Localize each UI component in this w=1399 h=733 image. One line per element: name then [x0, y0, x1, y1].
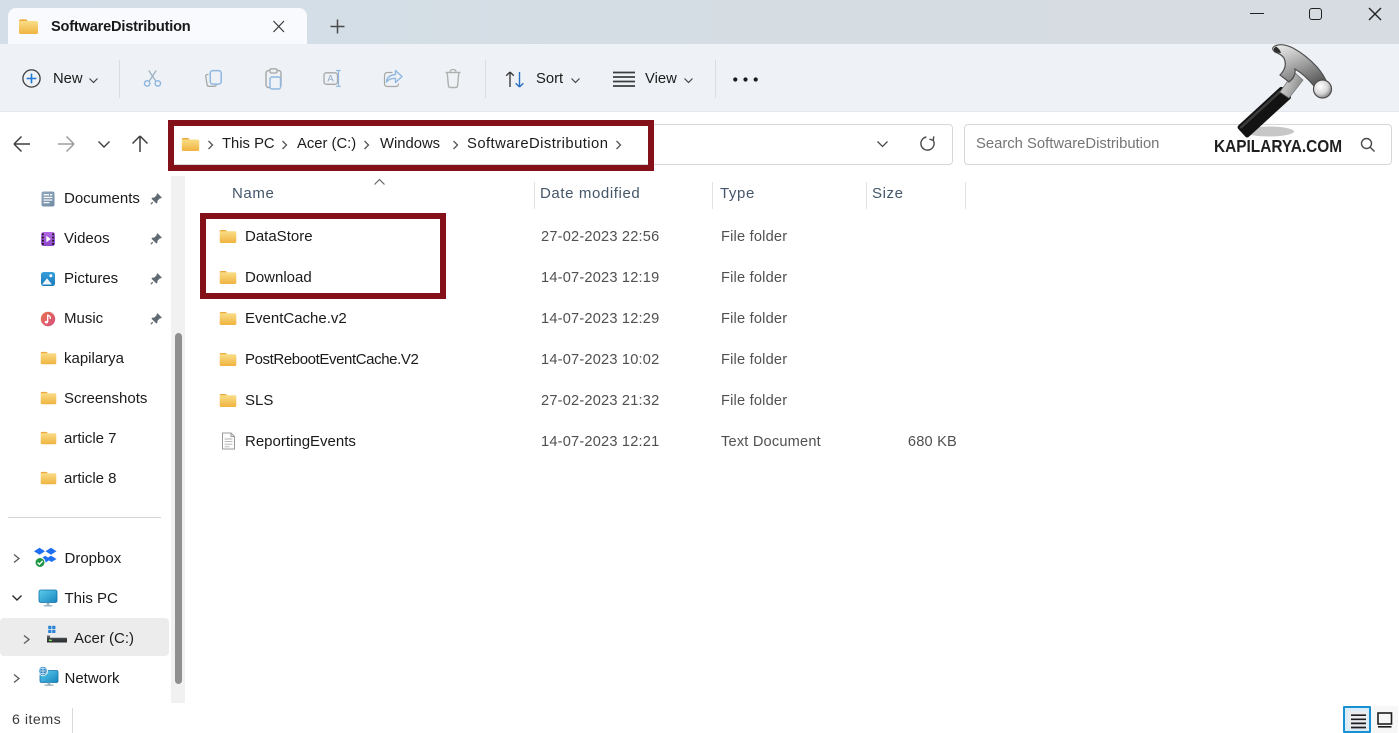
svg-text:A: A — [327, 74, 334, 85]
